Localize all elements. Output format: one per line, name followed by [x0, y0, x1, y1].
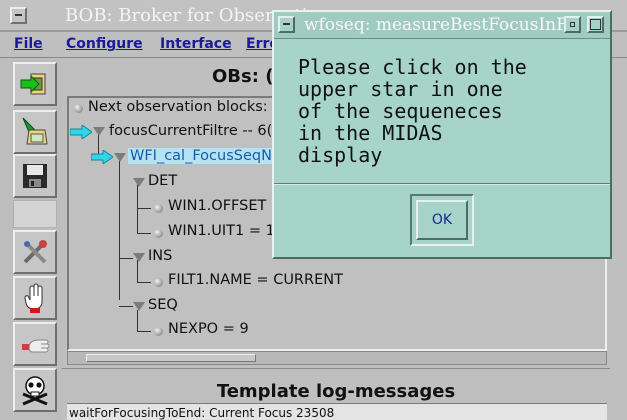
tools-button[interactable]	[13, 230, 57, 274]
maximize-icon	[590, 19, 601, 30]
expand-det-icon[interactable]	[133, 178, 145, 187]
det-param-icon	[154, 229, 163, 238]
det-param-icon	[154, 204, 163, 213]
pause-button[interactable]	[13, 322, 57, 366]
expand-seq-icon[interactable]	[133, 302, 145, 311]
toolbar-spacer	[13, 200, 57, 228]
dialog-maximize-button[interactable]	[587, 16, 604, 33]
load-ob-button[interactable]	[13, 110, 57, 154]
toolbar	[0, 58, 62, 420]
expand-ob1-icon[interactable]	[93, 127, 105, 136]
menu-file[interactable]: File	[14, 36, 43, 52]
dialog-menu-button[interactable]	[278, 16, 295, 33]
menu-configure[interactable]: Configure	[66, 36, 143, 52]
tree-ob-focus-current-filtre[interactable]: focusCurrentFiltre -- 6(	[109, 123, 272, 139]
window-menu-button[interactable]	[10, 7, 27, 24]
tree-root-label: Next observation blocks:	[88, 99, 268, 115]
tree-seq[interactable]: SEQ	[148, 297, 178, 313]
abort-button[interactable]	[13, 368, 57, 412]
dialog-separator	[274, 183, 610, 185]
ok-button-frame: OK	[410, 194, 474, 246]
tree-ins[interactable]: INS	[148, 248, 172, 264]
current-ob-arrow-icon	[70, 125, 92, 139]
tree-det[interactable]: DET	[148, 173, 177, 189]
tree-ob-wfi-cal-focus-seq[interactable]: WFI_cal_FocusSeqN	[128, 148, 274, 164]
load-ob-icon	[22, 117, 48, 145]
ins-param-icon	[154, 278, 163, 287]
tree-horizontal-scrollbar[interactable]	[67, 351, 607, 365]
obs-header: OBs: (	[212, 66, 274, 87]
pause-hand-icon	[22, 339, 50, 353]
current-template-arrow-icon	[91, 150, 113, 164]
measure-focus-dialog: wfoseq: measureBestFocusInFr Please clic…	[272, 10, 612, 259]
dialog-title-bar[interactable]: wfoseq: measureBestFocusInFr	[274, 12, 610, 39]
expand-ins-icon[interactable]	[133, 253, 145, 262]
root-node-icon	[74, 104, 83, 113]
dialog-message: Please click on the upper star in one of…	[298, 55, 527, 167]
log-messages[interactable]: waitForFocusingToEnd: Current Focus 2350…	[67, 403, 607, 420]
tree-ins-filt1-name[interactable]: FILT1.NAME = CURRENT	[168, 272, 343, 288]
stop-button[interactable]	[13, 276, 57, 320]
dialog-title: wfoseq: measureBestFocusInFr	[304, 15, 577, 35]
tree-det-win1-offset[interactable]: WIN1.OFFSET	[168, 198, 266, 214]
menu-interface[interactable]: Interface	[160, 36, 232, 52]
expand-ob2-icon[interactable]	[114, 153, 126, 162]
ok-button[interactable]: OK	[416, 200, 468, 240]
minimize-icon	[570, 22, 575, 27]
save-button[interactable]	[13, 154, 57, 198]
skull-icon	[22, 376, 48, 406]
fetch-ob-icon	[20, 73, 46, 95]
tools-icon	[23, 240, 47, 264]
tree-seq-nexpo[interactable]: NEXPO = 9	[168, 321, 249, 337]
stop-hand-icon	[24, 283, 43, 313]
dialog-minimize-button[interactable]	[564, 16, 581, 33]
seq-param-icon	[154, 327, 163, 336]
log-header-title: Template log-messages	[216, 381, 456, 402]
log-header: Template log-messages	[62, 368, 610, 402]
save-icon	[23, 164, 47, 188]
horizontal-scroll-thumb[interactable]	[86, 354, 256, 362]
tree-det-win1-uit1[interactable]: WIN1.UIT1 = 1	[168, 223, 275, 239]
fetch-ob-button[interactable]	[13, 62, 57, 106]
log-line: waitForFocusingToEnd: Current Focus 2350…	[69, 406, 335, 420]
